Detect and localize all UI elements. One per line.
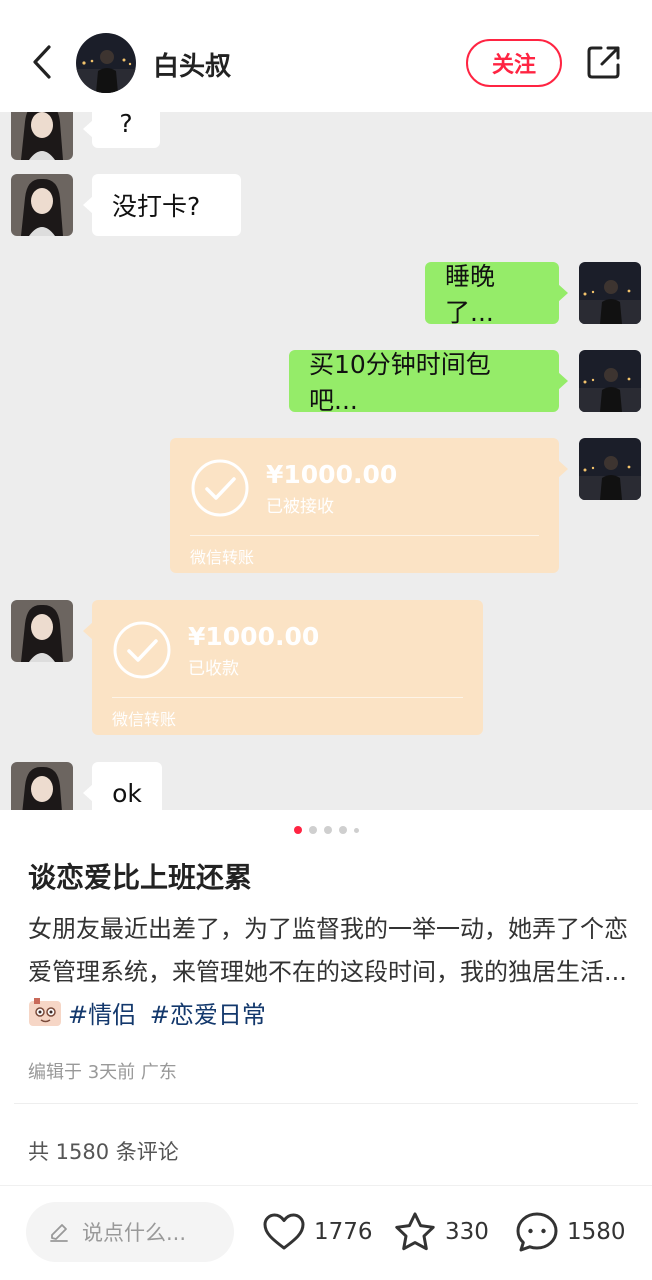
post-body-text: 女朋友最近出差了，为了监督我的一举一动，她弄了个恋爱管理系统，来管理她不在的这段… xyxy=(28,915,628,986)
comment-placeholder: 说点什么... xyxy=(82,1221,187,1245)
transfer-footer: 微信转账 xyxy=(112,710,177,729)
bottom-action-bar: 说点什么... 1776 330 1580 xyxy=(0,1186,652,1280)
hashtag-link[interactable]: #情侣 xyxy=(68,1001,136,1029)
message-bubble: 没打卡? xyxy=(83,174,241,236)
author-avatar[interactable] xyxy=(76,33,136,93)
carousel-dot xyxy=(323,826,332,834)
chevron-left-icon xyxy=(33,45,51,79)
transfer-amount: ¥1000.00 xyxy=(188,622,320,651)
girlfriend-avatar xyxy=(11,112,73,160)
transfer-card-received[interactable]: ¥1000.00 已收款 微信转账 xyxy=(83,600,483,735)
like-button[interactable]: 1776 xyxy=(262,1204,373,1260)
pencil-icon xyxy=(50,1224,68,1242)
checkmark-circle-icon xyxy=(191,459,249,517)
message-bubble: ok xyxy=(83,762,162,810)
checkmark-circle-icon xyxy=(113,621,171,679)
carousel-dot-active xyxy=(293,826,302,834)
shy-face-sticker-icon xyxy=(29,998,61,1026)
author-name[interactable]: 白头叔 xyxy=(153,46,231,83)
transfer-divider xyxy=(112,697,463,698)
share-button[interactable] xyxy=(584,42,624,82)
comment-input[interactable]: 说点什么... xyxy=(26,1202,234,1262)
self-avatar xyxy=(579,262,641,324)
share-icon xyxy=(587,46,620,79)
transfer-amount: ¥1000.00 xyxy=(266,460,398,489)
carousel-dot xyxy=(308,826,317,834)
top-bar: 白头叔 关注 xyxy=(0,0,652,112)
carousel-indicator xyxy=(0,824,652,836)
message-bubble: 买10分钟时间包吧... xyxy=(289,350,568,415)
message-bubble: 睡晚了... xyxy=(425,262,568,327)
transfer-status: 已收款 xyxy=(188,659,239,679)
comment-count: 1580 xyxy=(567,1219,626,1245)
girlfriend-avatar xyxy=(11,174,73,236)
transfer-divider xyxy=(190,535,539,536)
follow-button[interactable]: 关注 xyxy=(466,39,562,87)
post-title: 谈恋爱比上班还累 xyxy=(28,861,253,894)
transfer-status: 已被接收 xyxy=(266,497,334,517)
star-icon xyxy=(395,1212,435,1251)
back-button[interactable] xyxy=(22,40,62,84)
star-button[interactable]: 330 xyxy=(393,1204,489,1260)
girlfriend-avatar xyxy=(11,600,73,662)
divider xyxy=(14,1103,638,1104)
heart-icon xyxy=(263,1213,305,1250)
carousel-dot xyxy=(353,827,359,833)
post-meta: 编辑于 3天前 广东 xyxy=(28,1062,177,1083)
comment-button[interactable]: 1580 xyxy=(515,1204,626,1260)
carousel-dot xyxy=(338,826,347,834)
post-image-chat-screenshot[interactable]: ? 没打卡? 睡晚了... 买10分钟时间包吧... ¥1000.00 已被接收… xyxy=(0,112,652,810)
post-body: 女朋友最近出差了，为了监督我的一举一动，她弄了个恋爱管理系统，来管理她不在的这段… xyxy=(28,908,628,1037)
comments-summary: 共 1580 条评论 xyxy=(28,1140,179,1164)
like-count: 1776 xyxy=(314,1219,373,1245)
girlfriend-avatar xyxy=(11,762,73,810)
self-avatar xyxy=(579,438,641,500)
message-bubble: ? xyxy=(83,112,160,148)
transfer-card-sent[interactable]: ¥1000.00 已被接收 微信转账 xyxy=(170,438,568,573)
transfer-footer: 微信转账 xyxy=(190,548,255,567)
comment-bubble-icon xyxy=(516,1212,558,1252)
hashtag-link[interactable]: #恋爱日常 xyxy=(150,1001,266,1029)
self-avatar xyxy=(579,350,641,412)
star-count: 330 xyxy=(445,1219,489,1245)
